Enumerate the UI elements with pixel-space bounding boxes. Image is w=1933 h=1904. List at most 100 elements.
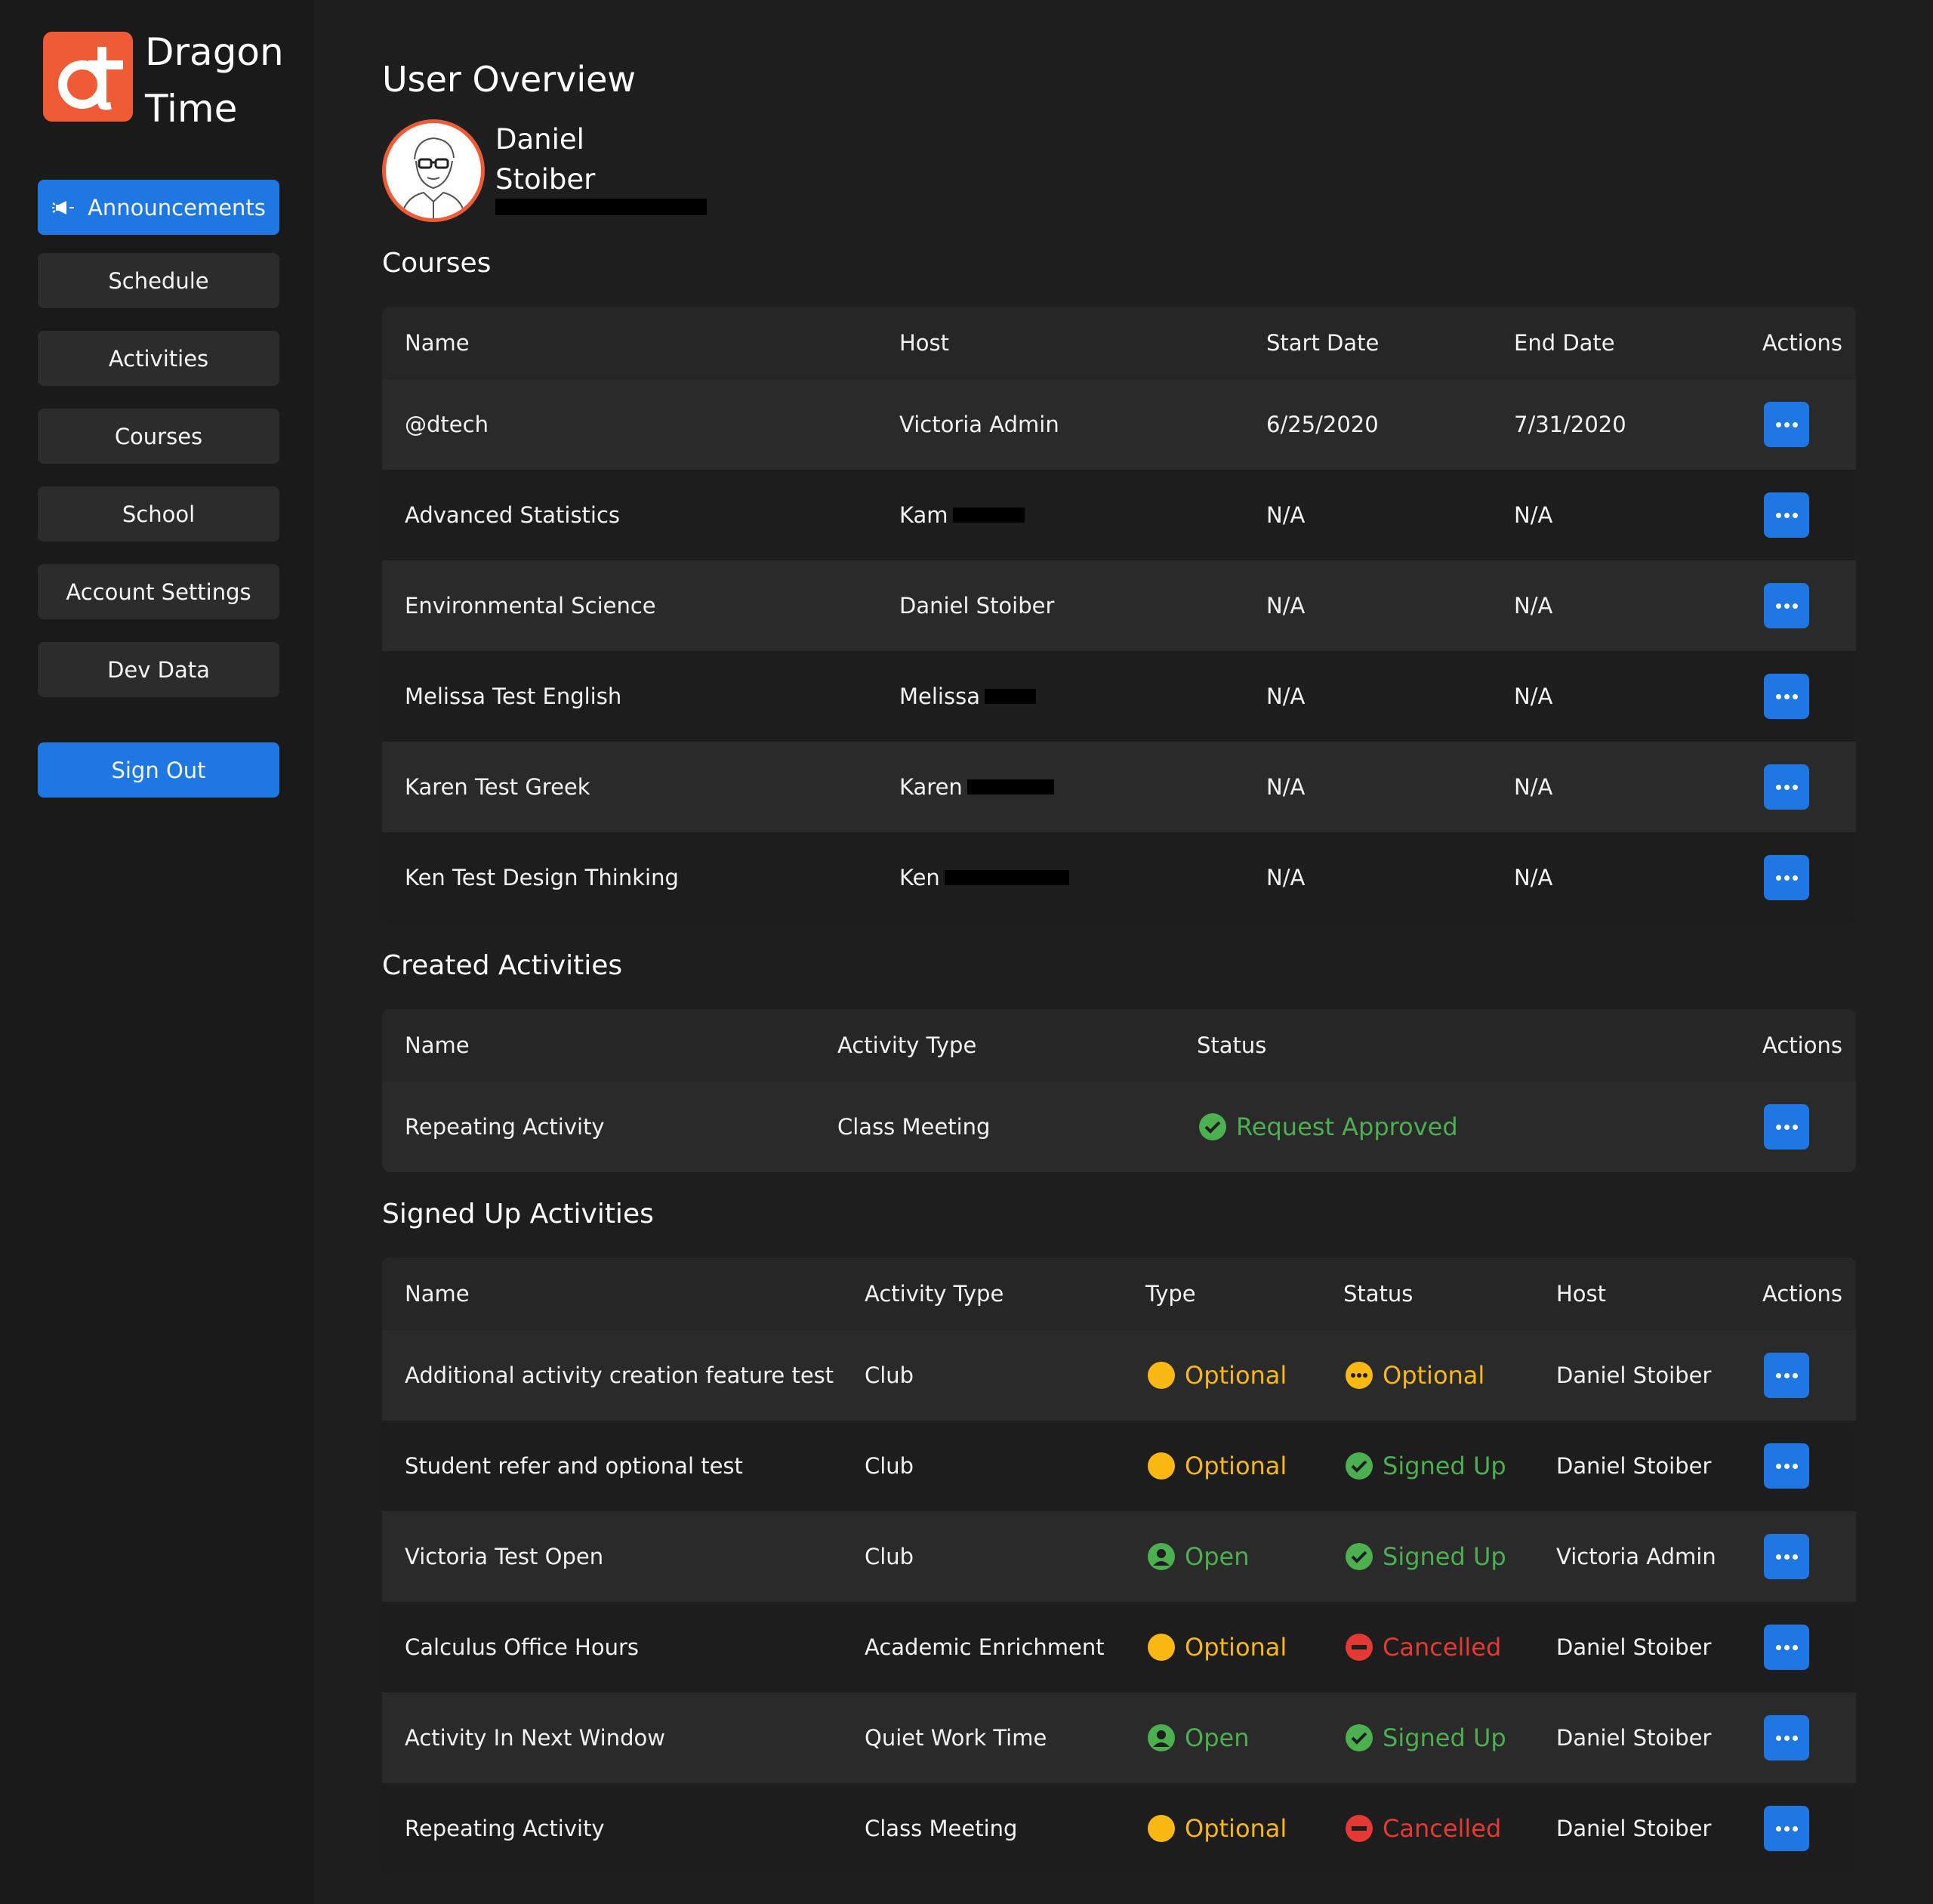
column-header-status: Status xyxy=(1343,1281,1414,1307)
activity-host: Daniel Stoiber xyxy=(1556,1725,1712,1751)
ellipsis-icon xyxy=(1775,1463,1798,1469)
column-header-actions: Actions xyxy=(1762,1032,1842,1058)
nav-account-settings-button[interactable]: Account Settings xyxy=(38,564,279,619)
more-actions-button[interactable] xyxy=(1764,583,1809,628)
course-name: Advanced Statistics xyxy=(405,502,621,528)
courses-section-title: Courses xyxy=(382,248,492,279)
course-host: Victoria Admin xyxy=(899,412,1059,437)
type-badge: Optional xyxy=(1147,1452,1287,1480)
activity-type: Class Meeting xyxy=(837,1114,991,1140)
column-header-type: Type xyxy=(1145,1281,1196,1307)
created-activities-section-title: Created Activities xyxy=(382,950,623,981)
activity-type: Quiet Work Time xyxy=(865,1725,1047,1751)
ellipsis-icon xyxy=(1775,1644,1798,1650)
brand-name: Dragon Time xyxy=(145,24,284,137)
sign-out-button[interactable]: Sign Out xyxy=(38,742,279,798)
table-row: Environmental Science Daniel Stoiber N/A… xyxy=(382,560,1856,651)
filled-circle-icon xyxy=(1148,1634,1175,1661)
activity-host: Daniel Stoiber xyxy=(1556,1816,1712,1841)
more-actions-button[interactable] xyxy=(1764,1104,1809,1149)
column-header-name: Name xyxy=(405,1281,470,1307)
course-end-date: N/A xyxy=(1514,865,1553,890)
type-text: Open xyxy=(1185,1723,1250,1752)
status-badge: Cancelled xyxy=(1345,1633,1501,1662)
course-start-date: N/A xyxy=(1266,502,1306,528)
brand[interactable]: Dragon Time xyxy=(43,30,284,137)
activity-host: Daniel Stoiber xyxy=(1556,1362,1712,1388)
activity-name: Victoria Test Open xyxy=(405,1544,604,1569)
activity-name: Calculus Office Hours xyxy=(405,1634,639,1660)
status-badge: Cancelled xyxy=(1345,1814,1501,1843)
activity-name: Activity In Next Window xyxy=(405,1725,665,1751)
nav-courses-button[interactable]: Courses xyxy=(38,409,279,464)
more-actions-button[interactable] xyxy=(1764,492,1809,538)
column-header-activity-type: Activity Type xyxy=(865,1281,1004,1307)
ellipsis-icon xyxy=(1775,1124,1798,1130)
course-end-date: N/A xyxy=(1514,593,1553,619)
page-title: User Overview xyxy=(382,59,637,100)
ellipsis-circle-icon xyxy=(1346,1362,1373,1389)
ellipsis-icon xyxy=(1775,1554,1798,1560)
more-actions-button[interactable] xyxy=(1764,674,1809,719)
ellipsis-icon xyxy=(1775,1372,1798,1378)
nav-school-button[interactable]: School xyxy=(38,486,279,542)
course-name: Environmental Science xyxy=(405,593,656,619)
filled-circle-icon xyxy=(1148,1815,1175,1842)
more-actions-button[interactable] xyxy=(1764,402,1809,447)
more-actions-button[interactable] xyxy=(1764,1443,1809,1489)
activity-host: Victoria Admin xyxy=(1556,1544,1716,1569)
course-end-date: N/A xyxy=(1514,502,1553,528)
table-row: @dtech Victoria Admin 6/25/2020 7/31/202… xyxy=(382,379,1856,470)
courses-table: Name Host Start Date End Date Actions @d… xyxy=(382,307,1856,923)
table-header-row: Name Activity Type Type Status Host Acti… xyxy=(382,1258,1856,1330)
activity-name: Repeating Activity xyxy=(405,1816,605,1841)
ellipsis-icon xyxy=(1775,875,1798,881)
course-start-date: N/A xyxy=(1266,593,1306,619)
signed-up-activities-table-body: Additional activity creation feature tes… xyxy=(382,1330,1856,1874)
brand-line1: Dragon xyxy=(145,30,284,74)
redacted-surname xyxy=(984,689,1036,704)
ellipsis-icon xyxy=(1775,693,1798,699)
course-host: Ken xyxy=(899,865,1069,890)
nav-activities-button[interactable]: Activities xyxy=(38,331,279,386)
table-header-row: Name Host Start Date End Date Actions xyxy=(382,307,1856,379)
type-text: Optional xyxy=(1185,1633,1287,1662)
nav-schedule-button[interactable]: Schedule xyxy=(38,253,279,308)
avatar xyxy=(382,119,485,222)
minus-circle-icon xyxy=(1346,1634,1373,1661)
check-circle-icon xyxy=(1199,1113,1226,1140)
status-text: Cancelled xyxy=(1383,1633,1502,1662)
type-text: Optional xyxy=(1185,1361,1287,1390)
course-host: Karen xyxy=(899,774,1054,800)
more-actions-button[interactable] xyxy=(1764,1715,1809,1761)
activity-type: Club xyxy=(865,1453,914,1479)
table-row: Activity In Next Window Quiet Work Time … xyxy=(382,1693,1856,1783)
user-name: Daniel Stoiber xyxy=(495,119,595,199)
table-row: Repeating Activity Class Meeting Optiona… xyxy=(382,1783,1856,1874)
more-actions-button[interactable] xyxy=(1764,1625,1809,1670)
table-row: Additional activity creation feature tes… xyxy=(382,1330,1856,1421)
type-badge: Optional xyxy=(1147,1814,1287,1843)
nav-label: Activities xyxy=(108,345,209,372)
nav-label: Dev Data xyxy=(107,656,210,683)
table-row: Calculus Office Hours Academic Enrichmen… xyxy=(382,1602,1856,1693)
course-name: @dtech xyxy=(405,412,489,437)
user-circle-icon xyxy=(1148,1724,1175,1751)
host-name: Melissa xyxy=(899,684,980,709)
table-row: Student refer and optional test Club Opt… xyxy=(382,1421,1856,1511)
column-header-actions: Actions xyxy=(1762,330,1842,356)
nav-dev-data-button[interactable]: Dev Data xyxy=(38,642,279,697)
more-actions-button[interactable] xyxy=(1764,1806,1809,1851)
status-badge: Signed Up xyxy=(1345,1542,1506,1571)
status-badge: Signed Up xyxy=(1345,1723,1506,1752)
column-header-activity-type: Activity Type xyxy=(837,1032,977,1058)
redacted-surname xyxy=(944,870,1069,885)
ellipsis-icon xyxy=(1775,512,1798,518)
more-actions-button[interactable] xyxy=(1764,1353,1809,1398)
more-actions-button[interactable] xyxy=(1764,1534,1809,1579)
nav-announcements-button[interactable]: Announcements xyxy=(38,180,279,235)
course-host: Daniel Stoiber xyxy=(899,593,1055,619)
more-actions-button[interactable] xyxy=(1764,855,1809,900)
course-end-date: N/A xyxy=(1514,774,1553,800)
more-actions-button[interactable] xyxy=(1764,764,1809,810)
